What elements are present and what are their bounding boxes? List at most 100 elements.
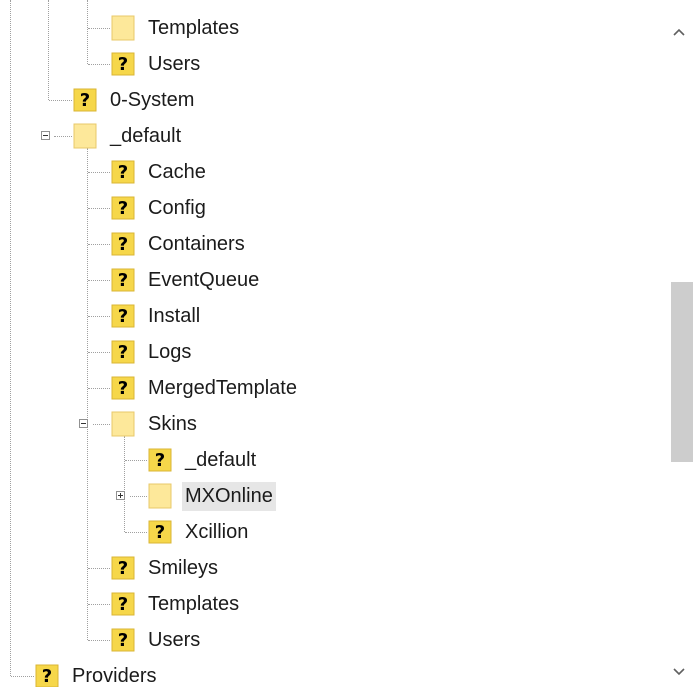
tree-node-label: MergedTemplate (148, 376, 297, 399)
collapse-skins-button[interactable] (79, 419, 88, 428)
svg-text:?: ? (155, 450, 165, 471)
tree-line (88, 604, 110, 605)
folder-icon (148, 483, 172, 509)
unknown-file-icon: ? (35, 663, 59, 687)
tree-line (88, 280, 110, 281)
tree-node-eventqueue[interactable]: ? EventQueue (111, 265, 262, 295)
tree-node-skins[interactable]: Skins (111, 409, 200, 439)
folder-icon (111, 15, 135, 41)
tree-node-users-2[interactable]: ? Users (111, 625, 203, 655)
tree-node-label: Containers (148, 232, 245, 255)
tree-node-label: EventQueue (148, 268, 260, 291)
tree-line (88, 64, 110, 65)
tree-node-mergedtemplate[interactable]: ? MergedTemplate (111, 373, 300, 403)
tree-node-label: MXOnline (182, 481, 276, 511)
tree-line (54, 136, 72, 137)
tree-line (88, 388, 110, 389)
tree-node-label: Users (148, 628, 201, 651)
svg-text:?: ? (118, 594, 128, 615)
tree-node-xcillion[interactable]: ? Xcillion (148, 517, 251, 547)
svg-text:?: ? (155, 522, 165, 543)
tree-node-label: Skins (148, 412, 197, 435)
tree-line (88, 244, 110, 245)
collapse-default-button[interactable] (41, 131, 50, 140)
svg-text:?: ? (118, 378, 128, 399)
tree-line (87, 148, 88, 640)
scroll-thumb[interactable] (671, 282, 693, 462)
tree-line (88, 640, 110, 641)
tree-node-users[interactable]: ? Users (111, 49, 203, 79)
unknown-file-icon: ? (111, 375, 135, 401)
tree-node-default[interactable]: _default (73, 121, 184, 151)
tree-line (88, 172, 110, 173)
tree-line (130, 496, 147, 497)
tree-node-providers[interactable]: ? Providers (35, 661, 159, 687)
scroll-down-button[interactable] (664, 658, 693, 686)
tree-line (49, 100, 72, 101)
svg-text:?: ? (118, 162, 128, 183)
svg-text:?: ? (80, 90, 90, 111)
tree-node-skins-default[interactable]: ? _default (148, 445, 259, 475)
tree-node-label: Templates (148, 16, 240, 39)
expand-mxonline-button[interactable] (116, 491, 125, 500)
svg-text:?: ? (118, 342, 128, 363)
tree-line (88, 316, 110, 317)
tree-node-containers[interactable]: ? Containers (111, 229, 248, 259)
tree-node-cache[interactable]: ? Cache (111, 157, 209, 187)
tree-node-label: Smileys (148, 556, 219, 579)
unknown-file-icon: ? (111, 159, 135, 185)
svg-text:?: ? (118, 630, 128, 651)
svg-text:?: ? (118, 54, 128, 75)
unknown-file-icon: ? (111, 339, 135, 365)
tree-line (93, 424, 110, 425)
tree-node-config[interactable]: ? Config (111, 193, 209, 223)
unknown-file-icon: ? (148, 447, 172, 473)
folder-tree[interactable]: Templates ? Users ? 0-System _default ? … (0, 0, 662, 687)
tree-node-label: Config (148, 196, 206, 219)
tree-node-label: Users (148, 52, 201, 75)
tree-node-label: _default (185, 448, 257, 471)
svg-text:?: ? (42, 666, 52, 687)
tree-node-label: _default (110, 124, 182, 147)
unknown-file-icon: ? (111, 51, 135, 77)
tree-line (88, 568, 110, 569)
unknown-file-icon: ? (111, 267, 135, 293)
tree-line (11, 676, 34, 677)
tree-line (124, 436, 125, 532)
tree-node-0-system[interactable]: ? 0-System (73, 85, 197, 115)
tree-node-label: Cache (148, 160, 206, 183)
svg-text:?: ? (118, 306, 128, 327)
tree-node-label: Providers (72, 664, 157, 687)
tree-node-logs[interactable]: ? Logs (111, 337, 194, 367)
vertical-scrollbar[interactable] (664, 0, 693, 687)
folder-icon (111, 411, 135, 437)
folder-icon (73, 123, 97, 149)
tree-line (88, 28, 110, 29)
tree-line (88, 352, 110, 353)
chevron-up-icon (672, 28, 685, 36)
unknown-file-icon: ? (148, 519, 172, 545)
tree-line (87, 0, 88, 64)
unknown-file-icon: ? (73, 87, 97, 113)
svg-text:?: ? (118, 270, 128, 291)
tree-node-templates-2[interactable]: ? Templates (111, 589, 242, 619)
unknown-file-icon: ? (111, 591, 135, 617)
tree-node-templates[interactable]: Templates (111, 13, 242, 43)
tree-node-mxonline[interactable]: MXOnline (148, 481, 276, 511)
tree-node-label: Templates (148, 592, 240, 615)
tree-node-install[interactable]: ? Install (111, 301, 203, 331)
svg-text:?: ? (118, 558, 128, 579)
tree-node-label: 0-System (110, 88, 195, 111)
tree-node-label: Install (148, 304, 201, 327)
svg-text:?: ? (118, 198, 128, 219)
unknown-file-icon: ? (111, 195, 135, 221)
scroll-up-button[interactable] (664, 18, 693, 46)
tree-line (125, 460, 147, 461)
tree-node-label: Xcillion (185, 520, 249, 543)
tree-line (10, 0, 11, 676)
tree-line (125, 532, 147, 533)
unknown-file-icon: ? (111, 555, 135, 581)
unknown-file-icon: ? (111, 303, 135, 329)
tree-line (88, 208, 110, 209)
tree-node-smileys[interactable]: ? Smileys (111, 553, 221, 583)
